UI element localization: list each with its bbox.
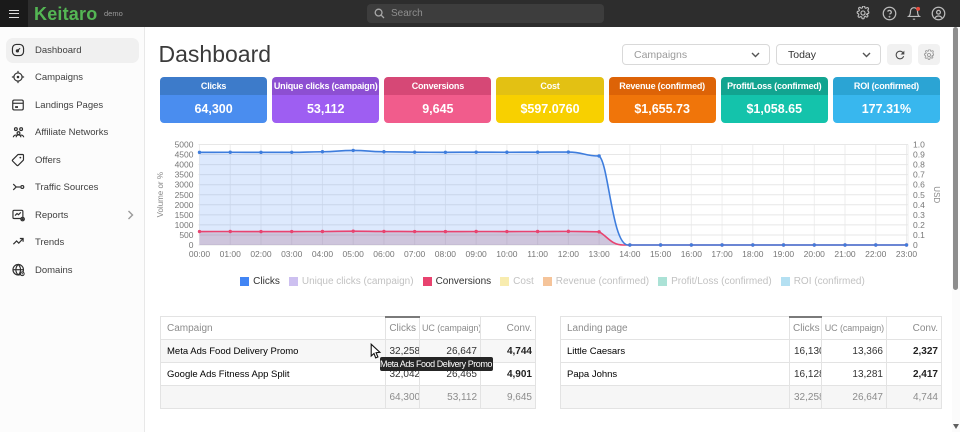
svg-text:04:00: 04:00: [312, 249, 334, 259]
svg-text:3500: 3500: [175, 170, 194, 180]
svg-text:Volume or %: Volume or %: [156, 172, 165, 217]
svg-text:0.9: 0.9: [913, 150, 925, 160]
svg-text:0.6: 0.6: [913, 180, 925, 190]
svg-text:09:00: 09:00: [466, 249, 488, 259]
svg-text:1000: 1000: [175, 220, 194, 230]
svg-text:05:00: 05:00: [343, 249, 365, 259]
svg-text:4500: 4500: [175, 150, 194, 160]
svg-text:0.4: 0.4: [913, 200, 925, 210]
svg-text:19:00: 19:00: [773, 249, 795, 259]
svg-text:17:00: 17:00: [711, 249, 733, 259]
svg-text:16:00: 16:00: [681, 249, 703, 259]
svg-text:23:00: 23:00: [896, 249, 918, 259]
svg-text:2500: 2500: [175, 190, 194, 200]
svg-text:1.0: 1.0: [913, 140, 925, 150]
svg-text:18:00: 18:00: [742, 249, 764, 259]
svg-text:0.1: 0.1: [913, 230, 925, 240]
svg-text:2000: 2000: [175, 200, 194, 210]
svg-text:03:00: 03:00: [281, 249, 303, 259]
svg-text:00:00: 00:00: [189, 249, 211, 259]
svg-text:12:00: 12:00: [558, 249, 580, 259]
svg-text:13:00: 13:00: [588, 249, 610, 259]
svg-text:11:00: 11:00: [527, 249, 548, 259]
svg-text:21:00: 21:00: [834, 249, 856, 259]
svg-text:10:00: 10:00: [496, 249, 518, 259]
svg-text:0.8: 0.8: [913, 160, 925, 170]
svg-text:15:00: 15:00: [650, 249, 672, 259]
svg-text:07:00: 07:00: [404, 249, 426, 259]
svg-text:4000: 4000: [175, 160, 194, 170]
svg-text:0.3: 0.3: [913, 210, 925, 220]
svg-text:06:00: 06:00: [373, 249, 395, 259]
svg-text:0.2: 0.2: [913, 220, 925, 230]
svg-text:22:00: 22:00: [865, 249, 887, 259]
svg-text:1500: 1500: [175, 210, 194, 220]
svg-text:0.7: 0.7: [913, 170, 925, 180]
svg-text:5000: 5000: [175, 140, 194, 150]
svg-text:20:00: 20:00: [804, 249, 826, 259]
svg-text:0.5: 0.5: [913, 190, 925, 200]
svg-text:01:00: 01:00: [220, 249, 242, 259]
svg-text:14:00: 14:00: [619, 249, 641, 259]
svg-text:USD: USD: [932, 186, 941, 203]
svg-text:3000: 3000: [175, 180, 194, 190]
svg-text:08:00: 08:00: [435, 249, 457, 259]
svg-text:500: 500: [179, 230, 193, 240]
svg-text:02:00: 02:00: [250, 249, 272, 259]
